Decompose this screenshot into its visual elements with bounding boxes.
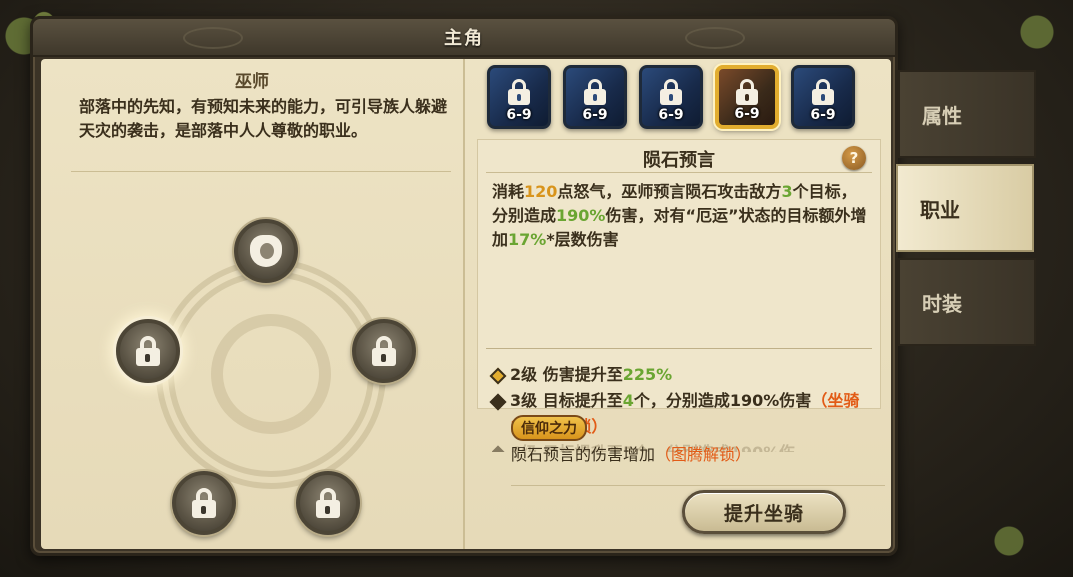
title-bar: 主角 xyxy=(33,19,895,57)
talent-wheel xyxy=(116,219,416,539)
help-icon[interactable]: ? xyxy=(842,146,866,170)
talent-node-top[interactable] xyxy=(234,219,298,283)
skill-slot-1[interactable]: 6-9 xyxy=(487,65,551,129)
class-description: 部落中的先知，有预知未来的能力，可引导族人躲避天灾的袭击，是部落中人人尊敬的职业… xyxy=(79,97,448,140)
skill-level-requirement: 6-9 xyxy=(810,107,836,123)
skill-slot-2[interactable]: 6-9 xyxy=(563,65,627,129)
divider xyxy=(486,172,872,173)
skill-level-requirement: 6-9 xyxy=(658,107,684,123)
title-swirl-right xyxy=(685,27,745,49)
lock-icon xyxy=(736,79,758,105)
wheel-ornament-inner xyxy=(211,314,331,434)
side-tab-bar: 属性 职业 时装 xyxy=(896,68,1036,348)
skill-slot-4[interactable]: 6-9 xyxy=(715,65,779,129)
skill-slot-5[interactable]: 6-9 xyxy=(791,65,855,129)
vine-decoration-bottom xyxy=(985,517,1045,557)
lock-icon xyxy=(812,79,834,105)
skill-level-requirement: 6-9 xyxy=(506,107,532,123)
character-panel: 主角 巫师 部落中的先知，有预知未来的能力，可引导族人躲避天灾的袭击，是部落中人… xyxy=(30,16,898,556)
tab-attributes[interactable]: 属性 xyxy=(898,70,1036,158)
skill-slot-3[interactable]: 6-9 xyxy=(639,65,703,129)
faith-badge: 信仰之力 xyxy=(511,415,587,441)
upgrade-mount-button[interactable]: 提升坐骑 xyxy=(682,490,846,534)
lock-icon xyxy=(191,488,217,518)
class-name: 巫师 xyxy=(235,72,269,92)
lock-icon xyxy=(508,79,530,105)
hand-icon xyxy=(250,235,282,267)
lock-icon xyxy=(315,488,341,518)
lock-icon xyxy=(135,336,161,366)
content-area: 巫师 部落中的先知，有预知未来的能力，可引导族人躲避天灾的袭击，是部落中人人尊敬… xyxy=(41,59,891,549)
divider xyxy=(486,348,872,349)
window-title: 主角 xyxy=(444,28,484,49)
tab-fashion[interactable]: 时装 xyxy=(898,258,1036,346)
upgrade-level: 3级 xyxy=(510,391,538,410)
class-section: 巫师 部落中的先知，有预知未来的能力，可引导族人躲避天灾的袭击，是部落中人人尊敬… xyxy=(41,59,465,549)
talent-node-bottom-left[interactable] xyxy=(172,471,236,535)
skill-list: 6-9 6-9 6-9 6-9 6-9 xyxy=(487,65,855,129)
tab-profession[interactable]: 职业 xyxy=(896,164,1034,252)
divider xyxy=(511,485,885,486)
faith-description: 陨石预言的伤害增加（图腾解锁） xyxy=(511,445,752,464)
talent-node-left[interactable] xyxy=(116,319,180,383)
title-swirl-left xyxy=(183,27,243,49)
divider xyxy=(71,171,451,172)
skill-description: 消耗120点怒气，巫师预言陨石攻击敌方3个目标，分别造成190%伤害，对有“厄运… xyxy=(492,182,867,249)
skill-name: 陨石预言 xyxy=(643,150,715,171)
diamond-icon xyxy=(489,393,507,411)
lock-icon xyxy=(371,336,397,366)
skill-level-requirement: 6-9 xyxy=(734,106,760,122)
diamond-icon xyxy=(492,445,507,452)
lock-icon xyxy=(660,79,682,105)
diamond-icon xyxy=(489,367,507,385)
talent-node-right[interactable] xyxy=(352,319,416,383)
skill-detail-card: 陨石预言 ? 消耗120点怒气，巫师预言陨石攻击敌方3个目标，分别造成190%伤… xyxy=(477,139,881,452)
skill-section: 6-9 6-9 6-9 6-9 6-9 陨石预言 ? 消耗120点怒气，巫师预言… xyxy=(467,59,891,549)
skill-level-requirement: 6-9 xyxy=(582,107,608,123)
upgrade-level: 2级 xyxy=(510,365,538,384)
upgrade-row: 2级 伤害提升至225% xyxy=(489,362,872,388)
lock-icon xyxy=(584,79,606,105)
talent-node-bottom-right[interactable] xyxy=(296,471,360,535)
